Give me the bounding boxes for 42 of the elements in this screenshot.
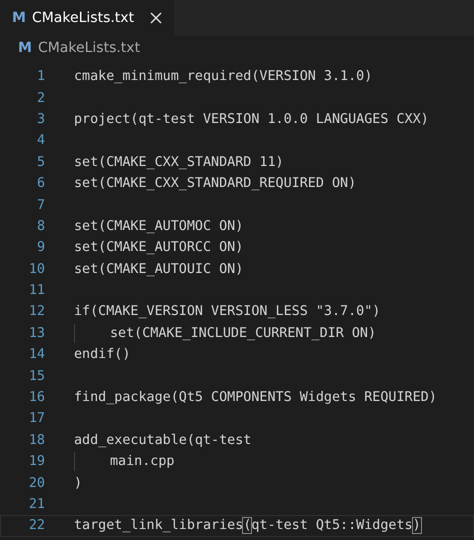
cmake-file-icon: M — [18, 40, 32, 56]
code-line: project(qt-test VERSION 1.0.0 LANGUAGES CXX) — [74, 110, 429, 129]
code-line: endif() — [74, 346, 130, 364]
code-line: target_link_libraries(qt-test Qt5::Widgets) — [74, 517, 421, 536]
line-number: 1 — [36, 69, 45, 84]
line-number: 16 — [28, 390, 45, 406]
line-number: 3 — [36, 112, 45, 127]
line-number: 4 — [36, 133, 45, 148]
line-number: 12 — [28, 304, 45, 320]
code-line: set(CMAKE_CXX_STANDARD 11) — [74, 154, 284, 172]
code-line: set(CMAKE_AUTOUIC ON) — [74, 260, 244, 279]
code-line: set(CMAKE_CXX_STANDARD_REQUIRED ON) — [74, 175, 356, 194]
line-number: 15 — [28, 368, 45, 384]
line-number: 14 — [28, 347, 45, 362]
close-icon[interactable] — [148, 10, 164, 26]
cmake-file-icon: M — [12, 10, 26, 26]
line-number: 22 — [28, 518, 45, 534]
code-line: set(CMAKE_AUTOMOC ON) — [74, 218, 244, 236]
line-number: 20 — [28, 476, 45, 491]
line-number: 17 — [28, 411, 45, 426]
line-number: 19 — [28, 454, 45, 470]
line-number: 8 — [36, 218, 45, 234]
code-line: if(CMAKE_VERSION VERSION_LESS "3.7.0") — [74, 303, 380, 322]
line-number: 18 — [28, 432, 45, 448]
line-number: 21 — [28, 497, 45, 512]
line-number: 6 — [36, 176, 45, 192]
line-number: 11 — [28, 283, 45, 298]
line-number: 2 — [36, 90, 45, 106]
line-number: 9 — [36, 240, 45, 256]
line-number: 10 — [28, 262, 45, 277]
breadcrumb-item[interactable]: CMakeLists.txt — [38, 40, 140, 56]
code-line: cmake_minimum_required(VERSION 3.1.0) — [74, 68, 372, 86]
line-number: 7 — [36, 198, 45, 213]
code-line: set(CMAKE_INCLUDE_CURRENT_DIR ON) — [110, 324, 376, 343]
code-line: main.cpp — [110, 453, 174, 472]
code-line: find_package(Qt5 COMPONENTS Widgets REQUIRED) — [74, 389, 437, 408]
code-line: add_executable(qt-test — [74, 432, 252, 450]
code-line: set(CMAKE_AUTORCC ON) — [74, 239, 244, 258]
file-tab[interactable]: M CMakeLists.txt — [0, 0, 174, 36]
line-number: 5 — [36, 154, 45, 170]
code-line: ) — [74, 474, 82, 493]
line-number: 13 — [28, 326, 45, 341]
